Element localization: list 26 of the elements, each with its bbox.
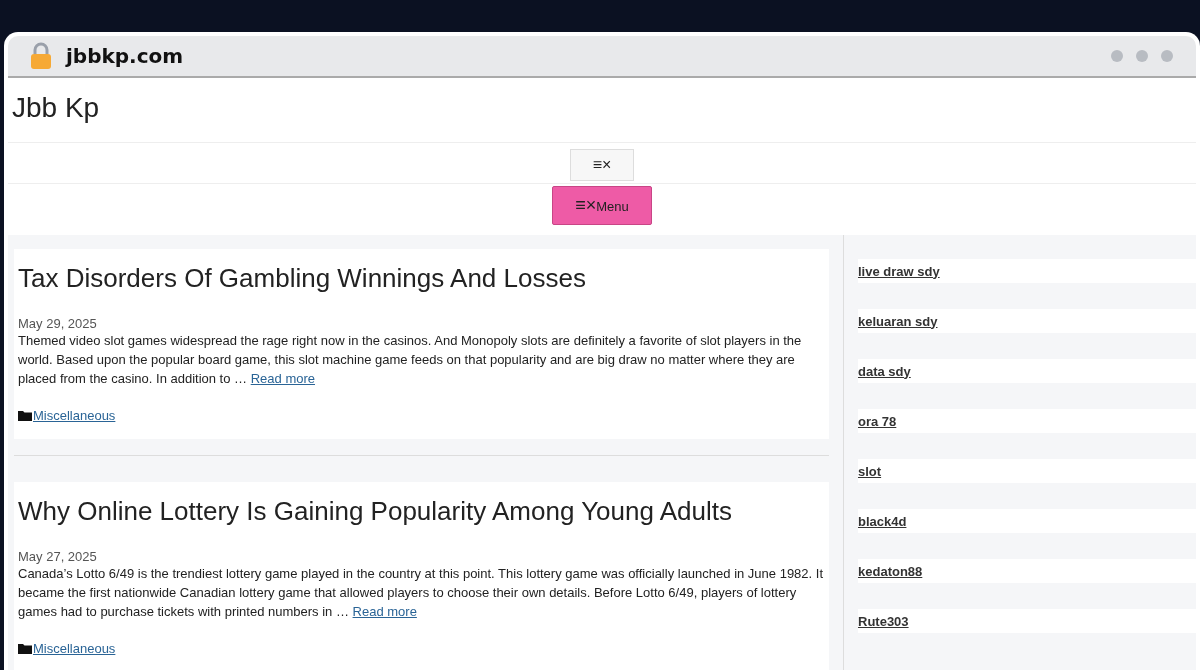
url-text[interactable]: jbbkp.com: [66, 44, 184, 68]
post-date: May 29, 2025: [18, 316, 98, 331]
sidebar-link[interactable]: live draw sdy: [858, 263, 940, 279]
sidebar-link[interactable]: Rute303: [858, 613, 909, 629]
sidebar-link[interactable]: kedaton88: [858, 563, 923, 579]
padlock-icon: [30, 42, 52, 70]
post-title[interactable]: Tax Disorders Of Gambling Winnings And Losses: [18, 263, 825, 294]
post-title[interactable]: Why Online Lottery Is Gaining Popularity Among Young Adults: [18, 496, 825, 527]
window-dots-icon: [1110, 49, 1174, 63]
menu-toggle-button[interactable]: ≡×: [569, 149, 635, 181]
sidebar-link[interactable]: black4d: [858, 513, 907, 529]
sidebar-link[interactable]: data sdy: [858, 363, 911, 379]
sidebar-link[interactable]: ora 78: [858, 413, 897, 429]
sidebar-link[interactable]: slot: [858, 463, 882, 479]
post-excerpt: Themed video slot games widespread the rage right now in the casinos. And Monopoly slots are definitely a favorite of slot players in the world. Based upon the popular board game, this slot machine game feeds on that popularity and are big draw no matter where they are placed from the casino. In addition to … Read more: [18, 332, 803, 388]
post-date: May 27, 2025: [18, 549, 98, 564]
read-more-link[interactable]: Read more: [352, 604, 417, 619]
read-more-link[interactable]: Read more: [250, 371, 315, 386]
menu-button[interactable]: ≡×Menu: [552, 186, 652, 225]
site-title[interactable]: Jbb Kp: [12, 92, 100, 123]
folder-icon: [18, 643, 32, 654]
category-link[interactable]: Miscellaneous: [33, 408, 116, 423]
category-link[interactable]: Miscellaneous: [33, 641, 116, 656]
sidebar-link[interactable]: keluaran sdy: [858, 313, 938, 329]
post-excerpt: Canada’s Lotto 6/49 is the trendiest lottery game played in the country at this point. This lottery game was officially launched in June 1982. It became the first nationwide Canadian lottery game that allowed players to choose their own details. Before Lotto 6/49, players of lottery games had to purchase tickets with printed numbers in … Read more: [18, 565, 825, 621]
folder-icon: [18, 410, 32, 421]
